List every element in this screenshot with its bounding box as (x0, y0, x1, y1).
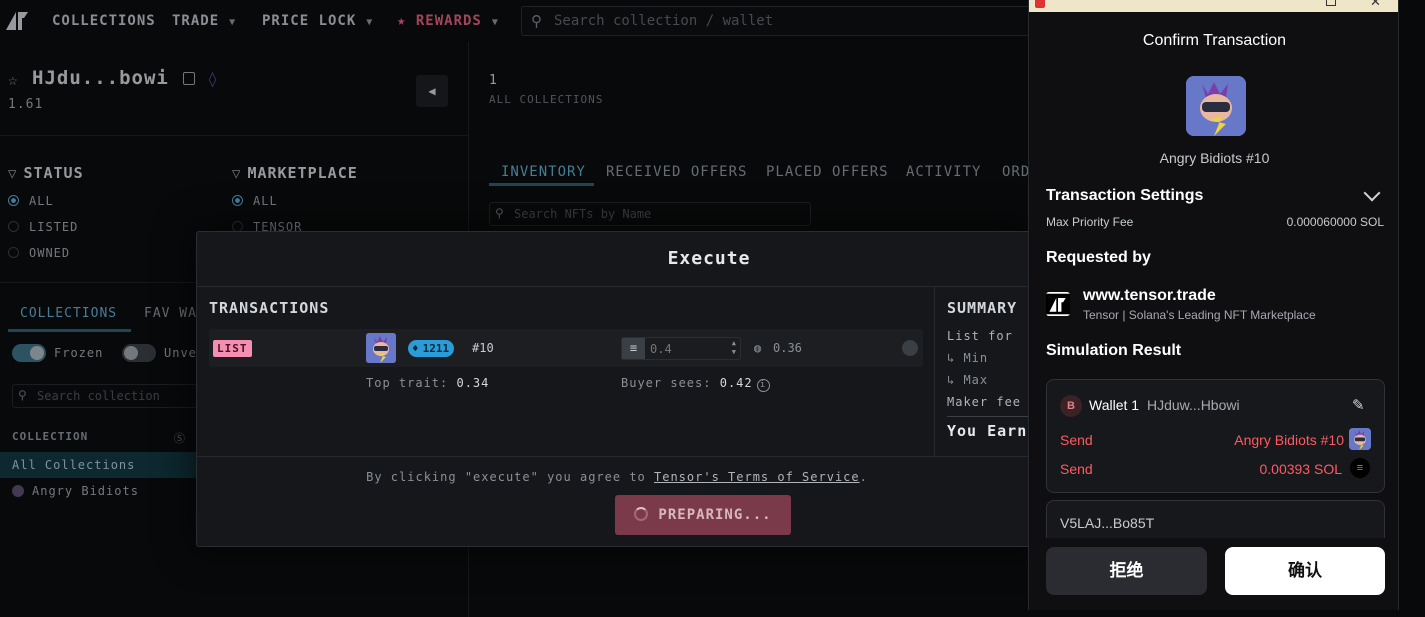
list-price-input[interactable]: ≡ ▲▼ (621, 337, 741, 360)
list-price-field[interactable] (650, 340, 720, 357)
info-icon[interactable]: i (756, 379, 770, 392)
divider (197, 286, 1035, 287)
clock-icon (902, 340, 918, 356)
wallet-popup: ✕ Confirm Transaction Angry Bidiots #10 … (1028, 0, 1399, 610)
wallet-footer: 拒绝 确认 (1029, 538, 1398, 610)
list-badge: LIST (213, 340, 252, 357)
rarity-rank-badge: ♦ 1211 (408, 340, 455, 357)
backpack-icon (1035, 0, 1045, 8)
second-account-address: V5LAJ...Bo85T (1060, 515, 1155, 531)
reject-button[interactable]: 拒绝 (1046, 547, 1207, 595)
solana-icon: ≡ (1350, 458, 1370, 478)
top-trait: Top trait: 0.34 (366, 376, 490, 390)
stepper-icon[interactable]: ▲ ▼ (732, 339, 736, 357)
summary-min: ↳ Min (947, 351, 989, 365)
summary-max: ↳ Max (947, 373, 989, 387)
execute-modal: Execute TRANSACTIONS LIST ♦1211 #10 ≡ ▲▼… (196, 231, 1036, 547)
requested-by-title: Requested by (1046, 249, 1151, 266)
send-label: Send (1060, 432, 1093, 448)
send-label: Send (1060, 461, 1093, 477)
simulation-result-title: Simulation Result (1046, 342, 1182, 359)
summary-you-earn: You Earn (947, 422, 1028, 440)
transactions-header: TRANSACTIONS (209, 299, 330, 317)
modal-title: Execute (667, 248, 751, 269)
transaction-settings-title[interactable]: Transaction Settings (1046, 187, 1203, 205)
edit-icon[interactable]: ✎ (1352, 396, 1365, 414)
close-icon[interactable]: ✕ (1370, 0, 1381, 10)
global-price: 0.36 (773, 341, 802, 355)
terms-link[interactable]: Tensor's Terms of Service (654, 470, 860, 484)
summary-list-for: List for (947, 329, 1013, 343)
site-url: www.tensor.trade (1083, 287, 1216, 304)
globe-icon: ◍ (754, 341, 762, 355)
account-name: Wallet 1 (1089, 397, 1140, 413)
nft-number: #10 (472, 341, 494, 355)
send-value: Angry Bidiots #10 (1234, 432, 1344, 448)
site-description: Tensor | Solana's Leading NFT Marketplac… (1083, 308, 1316, 322)
divider (197, 456, 1035, 457)
diamond-icon: ♦ (412, 342, 419, 355)
nft-thumbnail (1349, 428, 1371, 450)
approve-button[interactable]: 确认 (1225, 547, 1385, 595)
priority-fee-value: 0.000060000 SOL (1286, 215, 1384, 229)
account-address: HJduw...Hbowi (1147, 397, 1240, 413)
summary-maker-fee: Maker fee (947, 395, 1022, 409)
execute-button[interactable]: PREPARING... (615, 495, 791, 535)
transaction-row: LIST ♦1211 #10 ≡ ▲▼ ◍ 0.36 (209, 329, 923, 367)
buyer-sees: Buyer sees: 0.42 i (621, 376, 770, 392)
nft-thumbnail (366, 333, 396, 363)
wallet-title: Confirm Transaction (1142, 32, 1287, 49)
chevron-down-icon[interactable] (1363, 184, 1381, 202)
priority-fee-label: Max Priority Fee (1046, 215, 1134, 229)
tensor-logo-icon (1046, 292, 1070, 316)
account-avatar: B (1060, 395, 1082, 417)
nft-name: Angry Bidiots #10 (1159, 150, 1270, 166)
simulation-card: B Wallet 1 HJduw...Hbowi ✎ Send Angry Bi… (1046, 379, 1385, 493)
divider (947, 416, 1035, 417)
maximize-icon[interactable] (1326, 0, 1336, 6)
window-titlebar: ✕ (1029, 0, 1398, 12)
terms-notice: By clicking "execute" you agree to Tenso… (366, 470, 868, 484)
solana-icon: ≡ (622, 338, 645, 359)
divider (934, 287, 935, 457)
spinner-icon (634, 507, 649, 521)
send-value: 0.00393 SOL (1259, 461, 1342, 477)
nft-image (1186, 76, 1246, 136)
summary-header: SUMMARY (947, 299, 1018, 317)
